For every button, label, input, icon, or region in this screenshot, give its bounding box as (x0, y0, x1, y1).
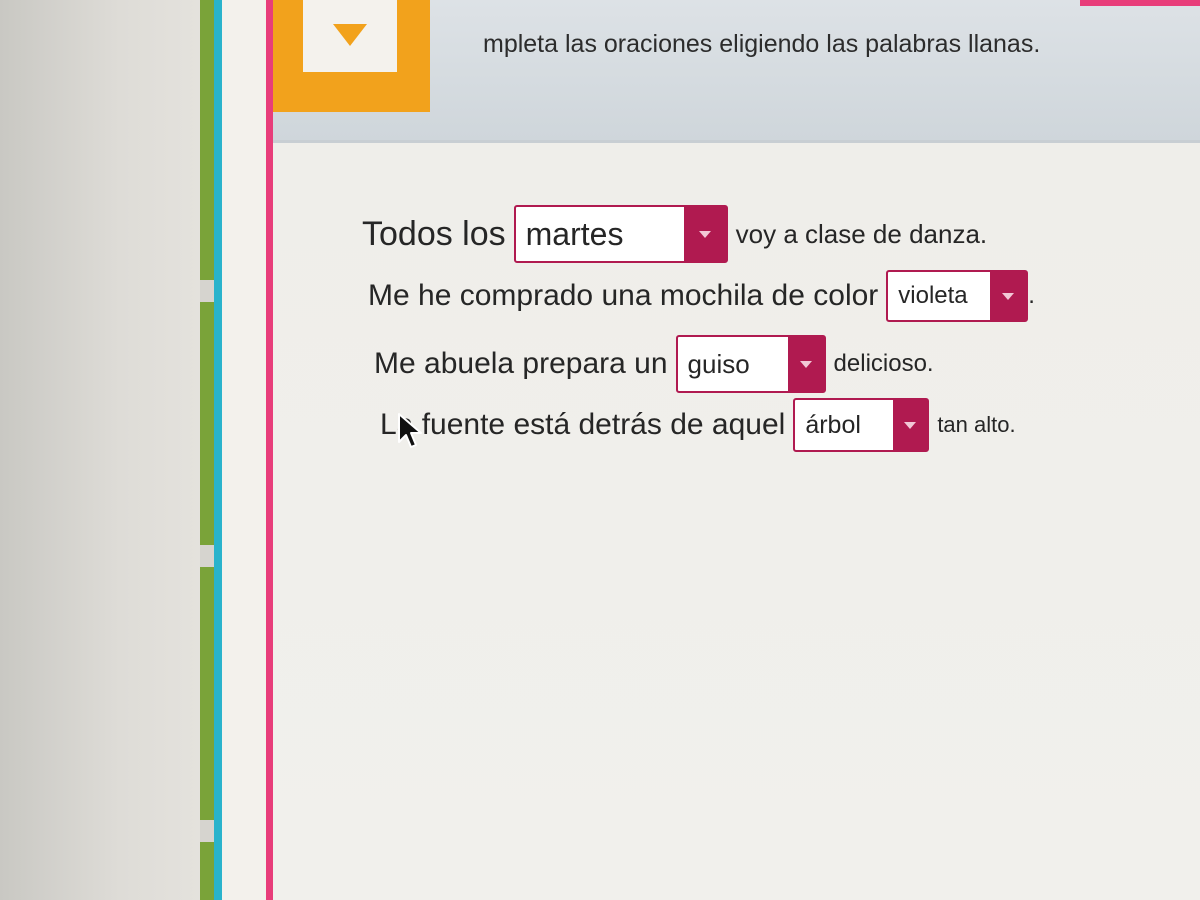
sentence-row: Me abuela prepara un guiso delicioso. (374, 335, 934, 393)
sentence-text-after: voy a clase de danza. (735, 219, 988, 249)
exercise-type-icon-box (273, 0, 430, 112)
sentence-text-before: La fuente está detrás de aquel (380, 408, 786, 441)
dropdown-toggle-button[interactable] (787, 337, 824, 391)
header-pink-accent (1080, 0, 1200, 6)
sentence-row: Todos los martes voy a clase de danza. (362, 205, 987, 263)
sentence-row: La fuente está detrás de aquel árbol tan… (380, 398, 1016, 452)
sentence-text-after: . (1028, 282, 1035, 309)
triangle-down-icon (333, 24, 367, 46)
dropdown-toggle-button[interactable] (893, 400, 928, 450)
dropdown-selected-value: martes (525, 215, 624, 252)
chevron-down-icon (799, 360, 812, 368)
sentence-row: Me he comprado una mochila de color viol… (368, 270, 1035, 322)
sentence-text-before: Me he comprado una mochila de color (368, 279, 879, 312)
card-pink-border (266, 0, 273, 900)
word-dropdown[interactable]: martes (513, 205, 728, 263)
dropdown-toggle-button[interactable] (683, 207, 726, 261)
dropdown-selected-value: guiso (687, 348, 750, 379)
dropdown-selected-value: violeta (898, 282, 968, 309)
mouse-cursor-icon (398, 413, 422, 448)
dropdown-toggle-button[interactable] (990, 272, 1027, 320)
instruction-text: mpleta las oraciones eligiendo las palab… (483, 30, 1041, 58)
dropdown-selected-value: árbol (805, 410, 861, 439)
exercise-type-icon (303, 0, 397, 72)
sentence-text-before: Todos los (362, 215, 506, 253)
sentence-text-after: delicioso. (833, 350, 934, 377)
chevron-down-icon (1002, 292, 1015, 300)
word-dropdown[interactable]: árbol (793, 398, 930, 452)
edge-stripe-green (200, 0, 214, 900)
sentence-text-after: tan alto. (937, 412, 1016, 437)
word-dropdown[interactable]: guiso (675, 335, 826, 393)
chevron-down-icon (904, 421, 917, 429)
chevron-down-icon (698, 230, 711, 238)
monitor-bezel (0, 0, 200, 900)
word-dropdown[interactable]: violeta (886, 270, 1029, 322)
sentence-text-before: Me abuela prepara un (374, 347, 668, 380)
